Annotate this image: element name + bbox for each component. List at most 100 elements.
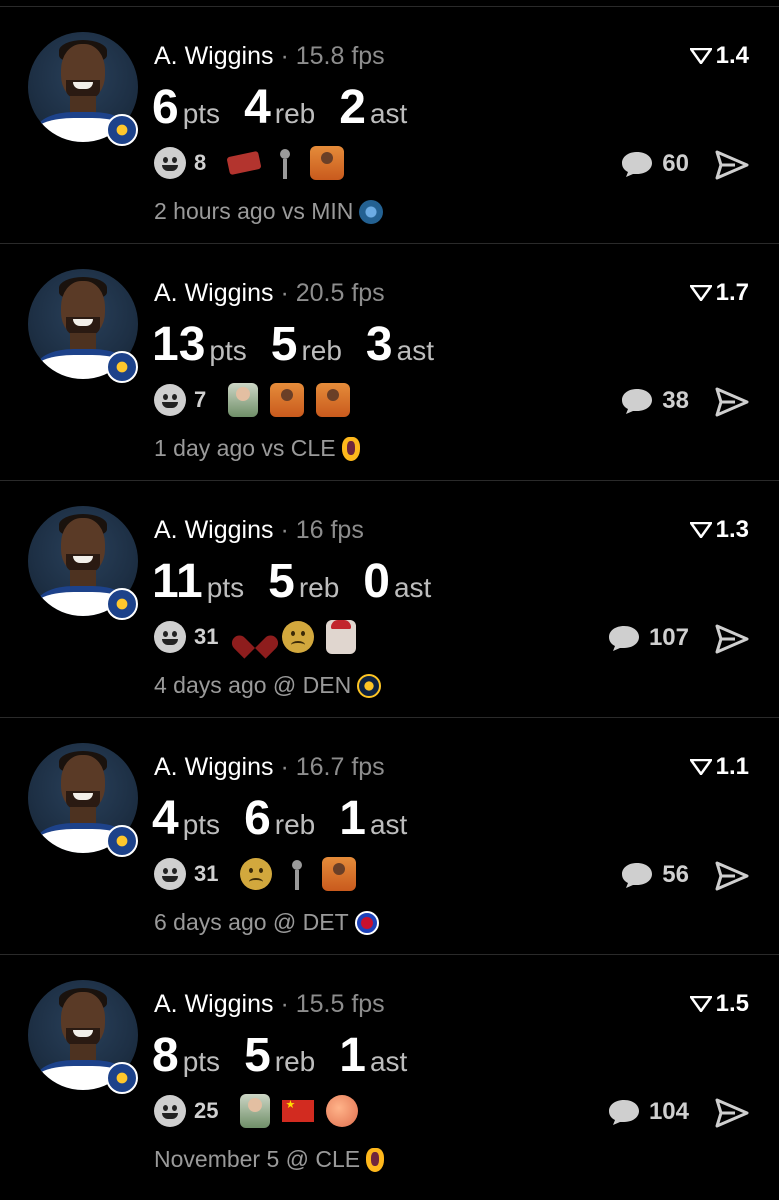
- player-name[interactable]: A. Wiggins: [154, 753, 273, 781]
- player-avatar[interactable]: [28, 32, 140, 146]
- points-label: pts: [182, 98, 221, 129]
- points-label: pts: [182, 1046, 221, 1077]
- game-meta: 2 hours ago vs MIN: [154, 198, 384, 225]
- points-value: 8: [152, 1029, 179, 1082]
- comments-button[interactable]: 56: [620, 861, 689, 889]
- rating-value: 1.4: [715, 42, 749, 69]
- add-reaction-icon[interactable]: [154, 858, 186, 890]
- game-card[interactable]: A. Wiggins · 16.7 fps 1.1 4 pts 6 reb 1 ast…: [0, 719, 779, 955]
- nuggets-logo-icon: [357, 673, 382, 698]
- game-card[interactable]: A. Wiggins · 15.5 fps 1.5 8 pts 5 reb 1 ast…: [0, 956, 779, 1192]
- rebounds-label: reb: [301, 335, 342, 366]
- cavaliers-logo-icon: [366, 1147, 385, 1172]
- comment-bubble-icon: [622, 389, 653, 414]
- success-kid-reaction-icon[interactable]: [228, 383, 259, 417]
- fps-value: 16 fps: [295, 516, 364, 544]
- player-name[interactable]: A. Wiggins: [154, 516, 273, 544]
- reaction-count: 31: [194, 861, 219, 886]
- frown-reaction-icon[interactable]: [240, 858, 273, 890]
- share-icon[interactable]: [715, 624, 749, 654]
- game-card[interactable]: A. Wiggins · 16 fps 1.3 11 pts 5 reb 0 ast …: [0, 482, 779, 718]
- peach-reaction-icon[interactable]: [326, 1095, 359, 1127]
- assists-value: 1: [339, 1029, 366, 1082]
- drake-reaction-icon[interactable]: [322, 857, 357, 891]
- funnel-icon: [689, 48, 712, 64]
- game-card[interactable]: A. Wiggins · 15.8 fps 1.4 6 pts 4 reb 2 ast…: [0, 8, 779, 244]
- add-reaction-icon[interactable]: [154, 621, 186, 653]
- comment-bubble-icon: [608, 626, 639, 651]
- warriors-logo-icon: [106, 588, 138, 620]
- game-meta: 4 days ago @ DEN: [154, 672, 382, 699]
- reactions-row: 8: [154, 146, 345, 180]
- player-name[interactable]: A. Wiggins: [154, 42, 273, 70]
- player-avatar[interactable]: [28, 743, 140, 857]
- reactions-row: 7: [154, 383, 351, 417]
- player-avatar[interactable]: [28, 980, 140, 1094]
- separator: ·: [280, 753, 289, 781]
- golfer-reaction-icon[interactable]: [284, 858, 310, 890]
- rebounds-label: reb: [298, 572, 340, 603]
- assists-value: 2: [339, 81, 366, 134]
- rating: 1.5: [689, 990, 749, 1018]
- frown-reaction-icon[interactable]: [282, 621, 315, 653]
- timberwolves-logo-icon: [359, 199, 384, 224]
- assists-value: 0: [363, 555, 390, 608]
- comment-bubble-icon: [608, 1100, 639, 1125]
- points-label: pts: [182, 809, 221, 840]
- rating-value: 1.3: [715, 516, 749, 543]
- reactions-row: 25: [154, 1094, 359, 1128]
- assists-label: ast: [369, 809, 408, 840]
- points-value: 4: [152, 792, 179, 845]
- comment-count: 38: [662, 387, 689, 414]
- separator: ·: [280, 279, 289, 307]
- china-flag-reaction-icon[interactable]: [282, 1098, 315, 1122]
- comments-button[interactable]: 60: [620, 150, 689, 178]
- broken-heart-reaction-icon[interactable]: [240, 622, 270, 652]
- share-icon[interactable]: [715, 150, 749, 180]
- drake-reaction-icon[interactable]: [310, 146, 345, 180]
- add-reaction-icon[interactable]: [154, 384, 186, 416]
- player-avatar[interactable]: [28, 269, 140, 383]
- game-card[interactable]: A. Wiggins · 20.5 fps 1.7 13 pts 5 reb 3 as…: [0, 245, 779, 481]
- player-name[interactable]: A. Wiggins: [154, 990, 273, 1018]
- points-value: 13: [152, 318, 206, 371]
- player-line: A. Wiggins · 15.8 fps: [154, 42, 385, 71]
- fps-value: 16.7 fps: [295, 753, 385, 781]
- man-in-cap-reaction-icon[interactable]: [326, 620, 357, 654]
- funnel-icon: [689, 285, 712, 301]
- success-kid-reaction-icon[interactable]: [240, 1094, 271, 1128]
- share-icon[interactable]: [715, 387, 749, 417]
- comments-button[interactable]: 38: [620, 387, 689, 415]
- player-avatar[interactable]: [28, 506, 140, 620]
- funnel-icon: [689, 522, 712, 538]
- rebounds-value: 6: [244, 792, 271, 845]
- rebounds-label: reb: [274, 809, 316, 840]
- drake-reaction-icon[interactable]: [270, 383, 305, 417]
- drake-reaction-icon[interactable]: [316, 383, 351, 417]
- assists-label: ast: [369, 98, 408, 129]
- comments-button[interactable]: 104: [607, 1098, 689, 1126]
- comment-count: 104: [648, 1098, 689, 1125]
- points-value: 11: [152, 555, 203, 608]
- stat-line: 13 pts 5 reb 3 ast: [152, 317, 458, 372]
- golfer-reaction-icon[interactable]: [272, 147, 298, 179]
- comments-button[interactable]: 107: [607, 624, 689, 652]
- cavaliers-logo-icon: [341, 436, 360, 461]
- stat-line: 6 pts 4 reb 2 ast: [152, 80, 431, 135]
- player-name[interactable]: A. Wiggins: [154, 279, 273, 307]
- stat-line: 11 pts 5 reb 0 ast: [152, 554, 455, 609]
- rebounds-label: reb: [274, 98, 316, 129]
- comment-bubble-icon: [622, 863, 653, 888]
- reaction-count: 31: [194, 624, 219, 649]
- share-icon[interactable]: [715, 861, 749, 891]
- brick-reaction-icon[interactable]: [226, 150, 262, 176]
- share-icon[interactable]: [715, 1098, 749, 1128]
- rating-value: 1.1: [715, 753, 749, 780]
- add-reaction-icon[interactable]: [154, 1095, 186, 1127]
- assists-label: ast: [393, 572, 432, 603]
- add-reaction-icon[interactable]: [154, 147, 186, 179]
- player-line: A. Wiggins · 20.5 fps: [154, 279, 385, 308]
- separator: ·: [280, 42, 289, 70]
- game-time-opponent: 2 hours ago vs MIN: [154, 198, 354, 224]
- player-line: A. Wiggins · 16 fps: [154, 516, 364, 545]
